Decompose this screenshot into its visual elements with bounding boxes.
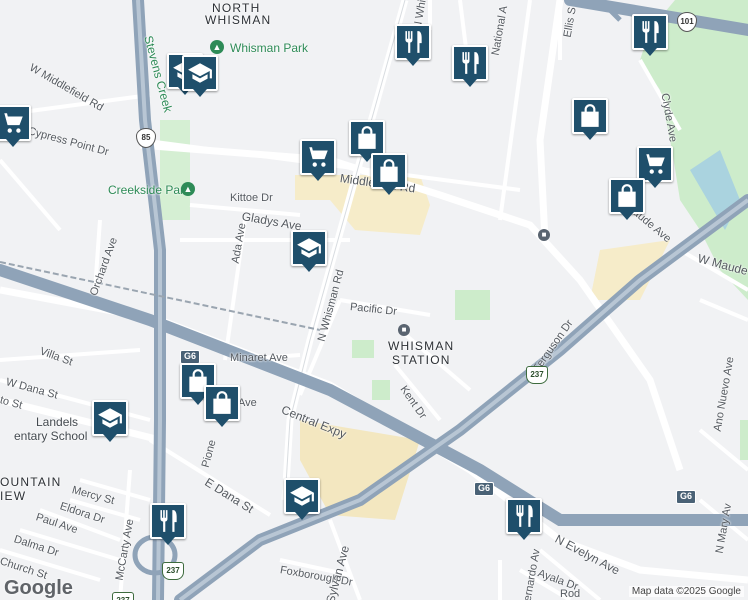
minaret-ave-label: Minaret Ave	[230, 352, 288, 364]
poi-marker[interactable]	[182, 55, 218, 99]
poi-marker[interactable]	[632, 14, 668, 58]
restaurant-icon	[150, 503, 186, 539]
whisman-station-label-2: STATION	[392, 353, 451, 367]
shopping-cart-icon	[300, 139, 336, 175]
kittoe-dr-label: Kittoe Dr	[230, 192, 273, 204]
marker-pointer	[382, 187, 396, 195]
marker-pointer	[583, 132, 597, 140]
marker-pointer	[517, 532, 531, 540]
map-base	[0, 0, 748, 600]
landels-label: Landels	[36, 415, 79, 429]
poi-marker[interactable]	[572, 98, 608, 142]
school-icon	[291, 230, 327, 266]
school-icon	[92, 400, 128, 436]
school-icon	[284, 478, 320, 514]
poi-marker[interactable]	[284, 478, 320, 522]
marker-pointer	[103, 434, 117, 442]
school-icon	[182, 55, 218, 91]
restaurant-icon	[506, 498, 542, 534]
shopping-bag-icon	[204, 385, 240, 421]
marker-pointer	[643, 48, 657, 56]
poi-marker[interactable]	[609, 178, 645, 222]
marker-pointer	[302, 264, 316, 272]
poi-marker[interactable]	[92, 400, 128, 444]
poi-marker[interactable]	[204, 385, 240, 429]
park-icon: ▲	[181, 182, 195, 196]
shopping-bag-icon	[371, 153, 407, 189]
marker-pointer	[311, 173, 325, 181]
whisman-station-label: WHISMAN	[388, 339, 455, 353]
shopping-bag-icon	[609, 178, 645, 214]
poi-marker[interactable]	[300, 139, 336, 183]
ca237-shield: 237	[526, 366, 548, 384]
shopping-cart-icon	[637, 146, 673, 182]
marker-pointer	[295, 512, 309, 520]
poi-marker[interactable]	[452, 45, 488, 89]
rod-label: Rod	[560, 588, 581, 600]
restaurant-icon	[632, 14, 668, 50]
g6-shield-2: G6	[474, 482, 495, 496]
mountain-view-label: OUNTAIN	[0, 475, 62, 489]
north-whisman-label-2: WHISMAN	[205, 13, 272, 27]
map-attribution[interactable]: Map data ©2025 Google	[628, 586, 744, 597]
marker-pointer	[193, 89, 207, 97]
transit-icon: ■	[538, 229, 550, 241]
marker-pointer	[6, 139, 20, 147]
mountain-view-label-2: IEW	[0, 489, 27, 503]
poi-marker[interactable]	[291, 230, 327, 274]
park-icon: ▲	[210, 40, 224, 54]
poi-marker[interactable]	[506, 498, 542, 542]
creekside-park-label: Creekside Park	[108, 183, 191, 197]
poi-marker[interactable]	[150, 503, 186, 547]
shopping-bag-icon	[349, 120, 385, 156]
marker-pointer	[463, 79, 477, 87]
marker-pointer	[620, 212, 634, 220]
landels-label-2: entary School	[14, 429, 88, 443]
g6-shield-3: G6	[676, 490, 697, 504]
ca237-shield-3: 237	[112, 592, 134, 600]
ave-fragment-label: Ave	[238, 397, 257, 409]
shopping-bag-icon	[572, 98, 608, 134]
marker-pointer	[648, 180, 662, 188]
shopping-cart-icon	[0, 105, 31, 141]
ca237-shield-2: 237	[162, 562, 184, 580]
whisman-park-label: Whisman Park	[230, 41, 309, 55]
google-logo: Google	[4, 577, 73, 599]
g6-shield: G6	[180, 350, 201, 364]
poi-marker[interactable]	[0, 105, 31, 149]
restaurant-icon	[395, 24, 431, 60]
marker-pointer	[406, 58, 420, 66]
restaurant-icon	[452, 45, 488, 81]
map-canvas[interactable]: NORTH WHISMAN WHISMAN STATION Landels en…	[0, 0, 748, 600]
poi-marker[interactable]	[395, 24, 431, 68]
marker-pointer	[161, 537, 175, 545]
poi-marker[interactable]	[371, 153, 407, 197]
transit-icon: ■	[398, 324, 410, 336]
marker-pointer	[215, 419, 229, 427]
marker-pointer	[191, 397, 205, 405]
